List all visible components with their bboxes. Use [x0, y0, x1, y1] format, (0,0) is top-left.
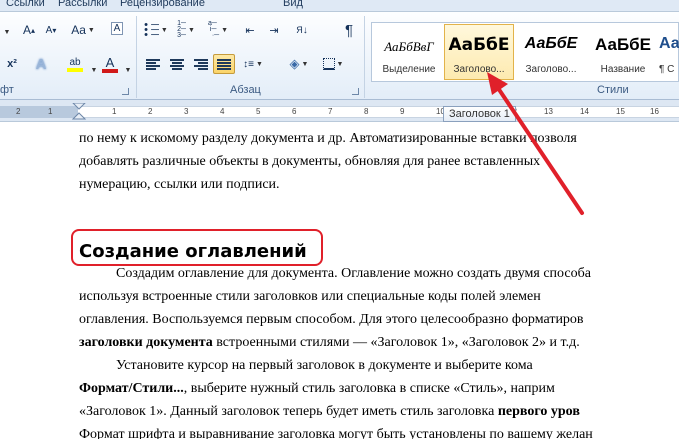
multilevel-list-button[interactable]: a─ i─ ·─ ▼	[204, 20, 232, 40]
borders-button[interactable]: ▼	[318, 54, 348, 74]
justify-button[interactable]	[213, 54, 235, 74]
text-highlight-button[interactable]: ab	[62, 54, 88, 74]
style-tooltip: Заголовок 1	[443, 106, 516, 122]
style-heading-1[interactable]: АаБбЕ Заголово...	[444, 24, 514, 80]
body-line: «Заголовок 1». Данный заголовок теперь б…	[79, 404, 580, 419]
font-size-dropdown[interactable]: ▼	[0, 22, 12, 42]
ribbon: ▼ A ▴ A ▾ Aa ▼ A x² A ab ▼ A ▼ фт • ─ • ─ • ─…	[0, 12, 679, 100]
numbering-button[interactable]: 1─ 2─ 3─ ▼	[172, 20, 200, 40]
style-title[interactable]: АаБбЕ Название	[588, 24, 658, 80]
highlight-color-bar	[67, 67, 83, 72]
tab-review[interactable]: Рецензирование	[120, 0, 205, 9]
font-color-button[interactable]: A	[98, 54, 122, 74]
line-spacing-button[interactable]: ↕≡ ▼	[240, 54, 266, 74]
body-line: заголовки документа встроенными стилями …	[79, 335, 580, 350]
highlight-dropdown[interactable]: ▼	[88, 60, 98, 80]
ribbon-tab-strip: Ссылки Рассылки Рецензирование Вид	[0, 0, 679, 12]
align-left-button[interactable]	[142, 54, 164, 74]
align-center-button[interactable]	[166, 54, 188, 74]
style-no-spacing[interactable]: Аа ¶ С	[658, 24, 679, 80]
text-effects-icon[interactable]: A	[30, 54, 52, 74]
body-line: оглавления. Воспользуемся первым способо…	[79, 312, 584, 327]
horizontal-ruler[interactable]: 2 1 1 2 3 4 5 6 7 8 9 10 11 12 13 14 15 …	[0, 100, 679, 122]
indent-marker-icon[interactable]	[72, 103, 86, 121]
sort-icon[interactable]: Я ↓	[292, 20, 312, 40]
paragraph-group-label: Абзац	[230, 84, 261, 96]
font-dialog-launcher[interactable]	[122, 88, 129, 95]
body-line: Формат шрифта и выравнивание заголовка м…	[79, 427, 593, 439]
ruler-left-margin	[0, 106, 78, 118]
paragraph-dialog-launcher[interactable]	[352, 88, 359, 95]
styles-gallery: АаБбВвГ Выделение АаБбЕ Заголово... АаБб…	[371, 22, 679, 82]
grow-font-icon[interactable]: A ▴	[18, 20, 40, 40]
align-right-button[interactable]	[190, 54, 212, 74]
font-color-bar	[102, 68, 118, 73]
increase-indent-icon[interactable]: ⇥	[264, 20, 284, 40]
style-heading-2[interactable]: АаБбЕ Заголово...	[516, 24, 586, 80]
style-emphasis[interactable]: АаБбВвГ Выделение	[374, 24, 444, 80]
body-line: добавлять различные объекты в документы,…	[79, 154, 541, 169]
clear-formatting-icon[interactable]: A	[106, 18, 128, 38]
font-color-dropdown[interactable]: ▼	[122, 60, 132, 80]
body-line: используя встроенные стили заголовков ил…	[79, 289, 541, 304]
tab-references[interactable]: Ссылки	[6, 0, 45, 9]
decrease-indent-icon[interactable]: ⇤	[240, 20, 260, 40]
document-page[interactable]: по нему к искомому разделу документа и д…	[0, 123, 679, 439]
shading-button[interactable]: ◈ ▼	[284, 54, 314, 74]
group-separator	[136, 16, 137, 98]
bullets-button[interactable]: • ─ • ─ • ─ ▼	[142, 19, 170, 40]
shrink-font-icon[interactable]: A ▾	[40, 20, 62, 40]
body-line: Формат/Стили..., выберите нужный стиль з…	[79, 381, 555, 396]
body-line: нумерацию, ссылки или подписи.	[79, 177, 280, 192]
document-heading[interactable]: Создание оглавлений	[79, 241, 307, 262]
change-case-button[interactable]: Aa ▼	[68, 20, 98, 40]
group-separator	[364, 16, 365, 98]
tab-mailings[interactable]: Рассылки	[58, 0, 107, 9]
tab-view[interactable]: Вид	[283, 0, 303, 9]
body-line: Создадим оглавление для документа. Оглав…	[116, 266, 591, 281]
font-group-label: фт	[0, 84, 14, 96]
styles-group-label: Стили	[597, 84, 629, 96]
body-line: Установите курсор на первый заголовок в …	[116, 358, 533, 373]
subscript-button[interactable]: x²	[2, 54, 22, 74]
show-formatting-button[interactable]: ¶	[338, 20, 360, 40]
body-line: по нему к искомому разделу документа и д…	[79, 131, 577, 146]
